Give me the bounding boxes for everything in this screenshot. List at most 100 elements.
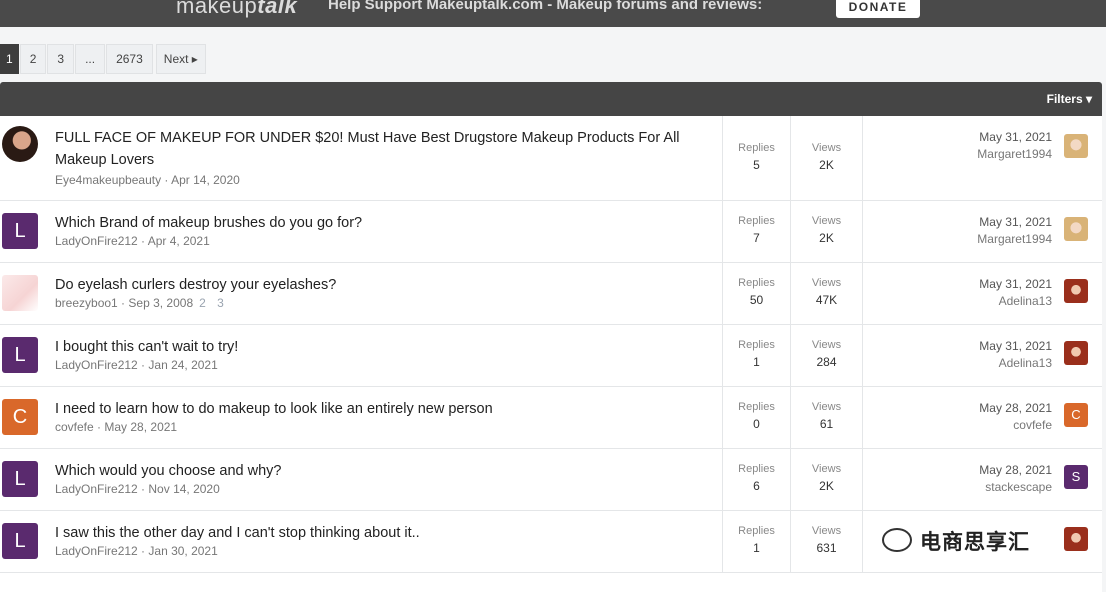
next-page-button[interactable]: Next ▸ xyxy=(155,44,206,74)
last-post-info: May 31, 2021 Adelina13 xyxy=(979,338,1052,372)
thread-stats: Replies 1 Views 631 xyxy=(722,511,862,572)
replies-label: Replies xyxy=(738,339,775,351)
last-post-info: May 31, 2021 Adelina13 xyxy=(979,276,1052,310)
author-avatar[interactable] xyxy=(2,126,38,162)
thread-title-link[interactable]: FULL FACE OF MAKEUP FOR UNDER $20! Must … xyxy=(55,127,705,171)
thread-title-link[interactable]: Which Brand of makeup brushes do you go … xyxy=(55,212,705,234)
author-avatar[interactable]: L xyxy=(2,461,38,497)
last-post-user[interactable]: covfefe xyxy=(979,417,1052,434)
author-avatar[interactable]: L xyxy=(2,213,38,249)
thread-row[interactable]: L Which would you choose and why? LadyOnFi… xyxy=(0,449,1102,511)
views-count: 2K xyxy=(819,479,834,493)
replies-label: Replies xyxy=(738,463,775,475)
column-divider xyxy=(862,325,863,386)
views-label: Views xyxy=(811,339,842,351)
author-avatar[interactable]: L xyxy=(2,337,38,373)
last-post-date[interactable]: May 31, 2021 xyxy=(979,276,1052,293)
filters-dropdown[interactable]: Filters ▾ xyxy=(1047,92,1092,106)
thread-title-link[interactable]: I saw this the other day and I can't sto… xyxy=(55,522,705,544)
site-banner: makeuptalk Help Support Makeuptalk.com -… xyxy=(0,0,1106,27)
thread-author[interactable]: LadyOnFire212 xyxy=(55,234,138,248)
thread-start-date: Sep 3, 2008 xyxy=(128,296,194,310)
replies-label: Replies xyxy=(738,215,775,227)
thread-start-date: Nov 14, 2020 xyxy=(148,482,220,496)
thread-title-link[interactable]: I bought this can't wait to try! xyxy=(55,336,705,358)
thread-row[interactable]: C I need to learn how to do makeup to loo… xyxy=(0,387,1102,449)
thread-start-date: May 28, 2021 xyxy=(104,420,178,434)
thread-row-partial xyxy=(0,573,1102,593)
thread-title-link[interactable]: I need to learn how to do makeup to look… xyxy=(55,398,705,420)
site-logo[interactable]: makeuptalk xyxy=(176,0,297,19)
thread-page-links[interactable]: 2 3 xyxy=(199,296,228,310)
last-poster-avatar[interactable] xyxy=(1064,341,1088,365)
column-divider xyxy=(862,511,863,572)
last-post-user[interactable]: Adelina13 xyxy=(979,355,1052,372)
last-post-date[interactable]: May 31, 2021 xyxy=(979,338,1052,355)
page-link-2[interactable]: 2 xyxy=(19,44,47,74)
last-post-date[interactable]: May 28, 2021 xyxy=(979,400,1052,417)
author-avatar[interactable]: L xyxy=(2,523,38,559)
last-post-date[interactable]: May 31, 2021 xyxy=(977,129,1052,146)
last-poster-avatar[interactable] xyxy=(1064,279,1088,303)
views-stat: Views 47K xyxy=(790,263,862,324)
last-poster-avatar[interactable] xyxy=(1064,134,1088,158)
thread-meta: LadyOnFire212 · Apr 4, 2021 xyxy=(55,234,210,248)
thread-meta: breezyboo1 · Sep 3, 2008 2 3 xyxy=(55,296,228,310)
last-post-date[interactable]: May 31, 2021 xyxy=(977,214,1052,231)
replies-count: 7 xyxy=(753,231,760,245)
thread-author[interactable]: breezyboo1 xyxy=(55,296,118,310)
logo-prefix: makeup xyxy=(176,0,258,18)
page-link-last[interactable]: 2673 xyxy=(106,44,153,74)
last-post-date[interactable]: May 28, 2021 xyxy=(979,462,1052,479)
last-poster-avatar[interactable]: C xyxy=(1064,403,1088,427)
replies-stat: Replies 6 xyxy=(722,449,790,510)
author-avatar[interactable] xyxy=(2,275,38,311)
thread-stats: Replies 5 Views 2K xyxy=(722,116,862,200)
thread-author[interactable]: LadyOnFire212 xyxy=(55,482,138,496)
thread-meta: covfefe · May 28, 2021 xyxy=(55,420,178,434)
thread-stats: Replies 0 Views 61 xyxy=(722,387,862,448)
thread-start-date: Jan 30, 2021 xyxy=(148,544,218,558)
page-jump-ellipsis[interactable]: ... xyxy=(75,44,106,74)
last-post-user[interactable]: Margaret1994 xyxy=(977,146,1052,163)
author-avatar[interactable]: C xyxy=(2,399,38,435)
thread-start-date: Apr 4, 2021 xyxy=(147,234,210,248)
last-post-info: May 28, 2021 stackescape xyxy=(979,462,1052,496)
last-poster-avatar[interactable] xyxy=(1064,217,1088,241)
donate-button[interactable]: DONATE xyxy=(836,0,920,18)
thread-row[interactable]: L I bought this can't wait to try! LadyOnF… xyxy=(0,325,1102,387)
thread-title-link[interactable]: Do eyelash curlers destroy your eyelashe… xyxy=(55,274,705,296)
thread-start-date: Apr 14, 2020 xyxy=(171,173,240,187)
views-stat: Views 2K xyxy=(790,201,862,262)
replies-count: 1 xyxy=(753,541,760,555)
views-count: 61 xyxy=(819,417,834,431)
watermark: 电商思享汇 xyxy=(882,526,1030,556)
thread-author[interactable]: covfefe xyxy=(55,420,94,434)
thread-stats: Replies 6 Views 2K xyxy=(722,449,862,510)
thread-author[interactable]: LadyOnFire212 xyxy=(55,358,138,372)
replies-stat: Replies 1 xyxy=(722,325,790,386)
last-poster-avatar[interactable] xyxy=(1064,527,1088,551)
page-link-3[interactable]: 3 xyxy=(47,44,75,74)
thread-title-link[interactable]: Which would you choose and why? xyxy=(55,460,705,482)
last-post-user[interactable]: stackescape xyxy=(979,479,1052,496)
thread-list: FULL FACE OF MAKEUP FOR UNDER $20! Must … xyxy=(0,116,1102,593)
thread-stats: Replies 50 Views 47K xyxy=(722,263,862,324)
last-post-user[interactable]: Margaret1994 xyxy=(977,231,1052,248)
replies-count: 5 xyxy=(753,158,760,172)
last-post-info: May 31, 2021 Margaret1994 xyxy=(977,214,1052,248)
replies-label: Replies xyxy=(738,401,775,413)
thread-row[interactable]: FULL FACE OF MAKEUP FOR UNDER $20! Must … xyxy=(0,116,1102,201)
page-link-1[interactable]: 1 xyxy=(0,44,19,74)
thread-row[interactable]: Do eyelash curlers destroy your eyelashe… xyxy=(0,263,1102,325)
views-label: Views xyxy=(811,277,842,289)
replies-stat: Replies 50 xyxy=(722,263,790,324)
thread-author[interactable]: LadyOnFire212 xyxy=(55,544,138,558)
last-poster-avatar[interactable]: S xyxy=(1064,465,1088,489)
replies-stat: Replies 0 xyxy=(722,387,790,448)
last-post-user[interactable]: Adelina13 xyxy=(979,293,1052,310)
thread-row[interactable]: L Which Brand of makeup brushes do you go… xyxy=(0,201,1102,263)
views-label: Views xyxy=(811,463,842,475)
views-count: 47K xyxy=(815,293,838,307)
thread-author[interactable]: Eye4makeupbeauty xyxy=(55,173,161,187)
